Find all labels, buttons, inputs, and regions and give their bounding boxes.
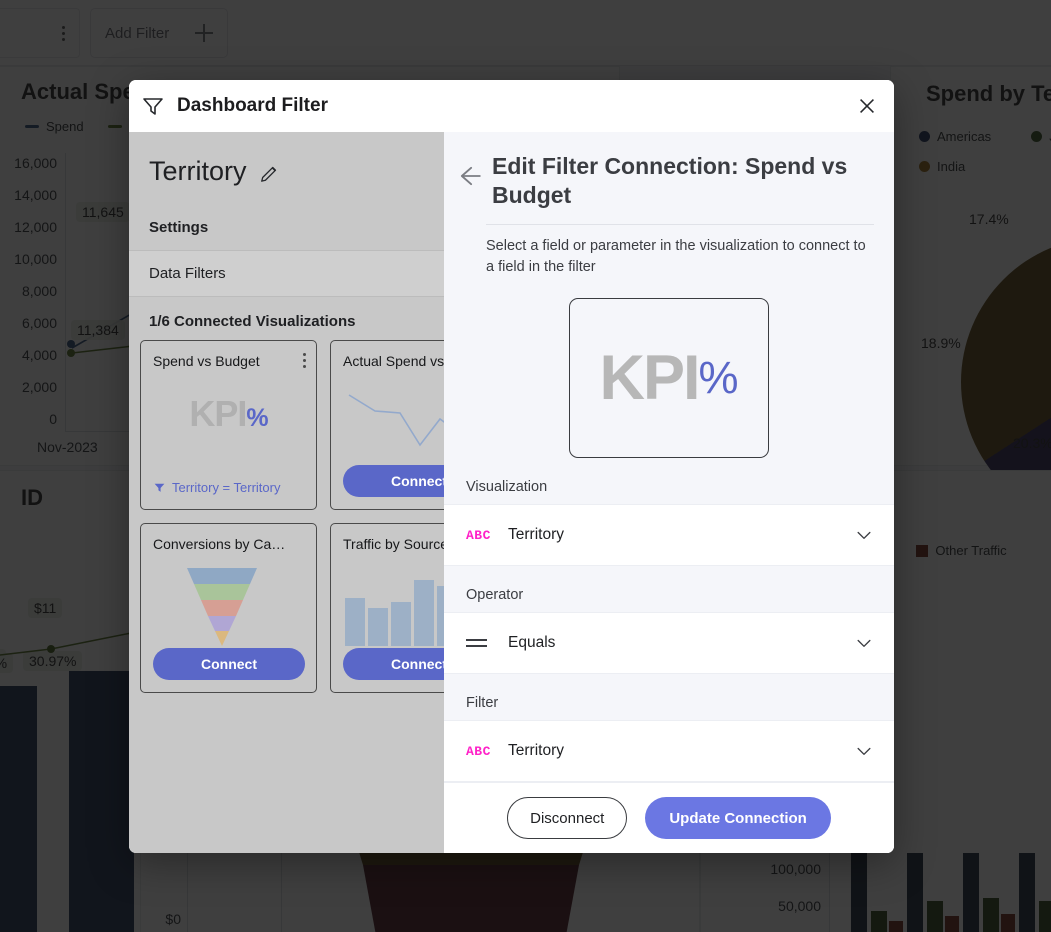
funnel-icon bbox=[154, 483, 165, 492]
viz-card-title: Conversions by Ca… bbox=[153, 536, 286, 552]
visualization-field-select[interactable]: ABC Territory bbox=[444, 504, 894, 566]
modal-body: Territory Settings Data Filters 1/6 Conn… bbox=[129, 132, 894, 853]
connected-filter-badge: Territory = Territory bbox=[153, 480, 280, 495]
funnel-icon bbox=[141, 94, 165, 118]
kpi-preview-pct: % bbox=[698, 352, 739, 404]
equals-icon bbox=[466, 639, 508, 647]
filter-name: Territory bbox=[149, 156, 247, 186]
edit-connection-header: Edit Filter Connection: Spend vs Budget bbox=[444, 132, 894, 210]
operator-field-value: Equals bbox=[508, 634, 556, 651]
dashboard-filter-modal: Dashboard Filter Territory Settings Data… bbox=[129, 80, 894, 853]
update-connection-button[interactable]: Update Connection bbox=[645, 797, 831, 839]
connected-visualizations-heading: 1/6 Connected Visualizations bbox=[149, 313, 356, 330]
field-label-filter: Filter bbox=[444, 686, 894, 720]
filter-field-value: Territory bbox=[508, 742, 564, 759]
connect-button[interactable]: Connect bbox=[343, 465, 444, 497]
chevron-down-icon[interactable] bbox=[854, 741, 874, 761]
viz-card-title: Actual Spend vs B bbox=[343, 353, 444, 369]
visualization-field-value: Territory bbox=[508, 526, 564, 543]
viz-card-actual-spend-vs-budget[interactable]: Actual Spend vs B Connect bbox=[330, 340, 444, 510]
close-icon[interactable] bbox=[854, 93, 880, 119]
abc-text-type-icon: ABC bbox=[466, 743, 491, 759]
line-thumbnail bbox=[348, 394, 444, 447]
bar-thumbnail bbox=[345, 580, 444, 646]
edit-connection-title: Edit Filter Connection: Spend vs Budget bbox=[492, 153, 848, 208]
connected-filter-text: Territory = Territory bbox=[172, 480, 281, 495]
viz-card-traffic-by-source[interactable]: Traffic by Source Connect bbox=[330, 523, 444, 693]
connect-button[interactable]: Connect bbox=[343, 648, 444, 680]
abc-text-type-icon: ABC bbox=[466, 527, 491, 543]
divider bbox=[486, 223, 874, 225]
kpi-thumb-pct: % bbox=[246, 404, 268, 432]
funnel-thumbnail bbox=[187, 568, 257, 646]
kpi-thumbnail: KPI% bbox=[141, 393, 316, 435]
filter-field-select[interactable]: ABC Territory bbox=[444, 720, 894, 782]
connect-button[interactable]: Connect bbox=[153, 648, 305, 680]
field-label-operator: Operator bbox=[444, 578, 894, 612]
kpi-preview-text: KPI bbox=[599, 343, 700, 414]
edit-filter-connection-pane: Edit Filter Connection: Spend vs Budget … bbox=[444, 132, 894, 853]
edit-connection-footer: Disconnect Update Connection bbox=[444, 782, 894, 853]
viz-card-conversions-by-category[interactable]: Conversions by Ca… Connect bbox=[140, 523, 317, 693]
tab-settings[interactable]: Settings bbox=[129, 205, 444, 250]
viz-card-spend-vs-budget[interactable]: Spend vs Budget KPI% Territory = Territo… bbox=[140, 340, 317, 510]
kpi-thumb-text: KPI bbox=[189, 393, 247, 434]
back-arrow-icon[interactable] bbox=[456, 162, 484, 190]
pencil-icon[interactable] bbox=[259, 161, 281, 183]
operator-field-select[interactable]: Equals bbox=[444, 612, 894, 674]
viz-card-title: Traffic by Source bbox=[343, 536, 444, 552]
chevron-down-icon[interactable] bbox=[854, 525, 874, 545]
filter-name-header: Territory bbox=[129, 132, 444, 205]
viz-card-title: Spend vs Budget bbox=[153, 353, 260, 369]
field-label-visualization: Visualization bbox=[444, 470, 894, 504]
filter-settings-pane: Territory Settings Data Filters 1/6 Conn… bbox=[129, 132, 444, 853]
visualization-preview: KPI% bbox=[569, 298, 769, 458]
field-group-filter: Filter ABC Territory bbox=[444, 686, 894, 782]
kebab-menu-icon[interactable] bbox=[303, 353, 306, 368]
chevron-down-icon[interactable] bbox=[854, 633, 874, 653]
disconnect-button[interactable]: Disconnect bbox=[507, 797, 628, 839]
modal-title: Dashboard Filter bbox=[177, 95, 328, 116]
modal-header: Dashboard Filter bbox=[129, 80, 894, 132]
visualization-card-grid: Spend vs Budget KPI% Territory = Territo… bbox=[129, 340, 444, 693]
field-group-visualization: Visualization ABC Territory bbox=[444, 470, 894, 566]
edit-connection-description: Select a field or parameter in the visua… bbox=[486, 238, 866, 276]
tab-data-filters[interactable]: Data Filters bbox=[129, 250, 444, 297]
field-group-operator: Operator Equals bbox=[444, 578, 894, 674]
